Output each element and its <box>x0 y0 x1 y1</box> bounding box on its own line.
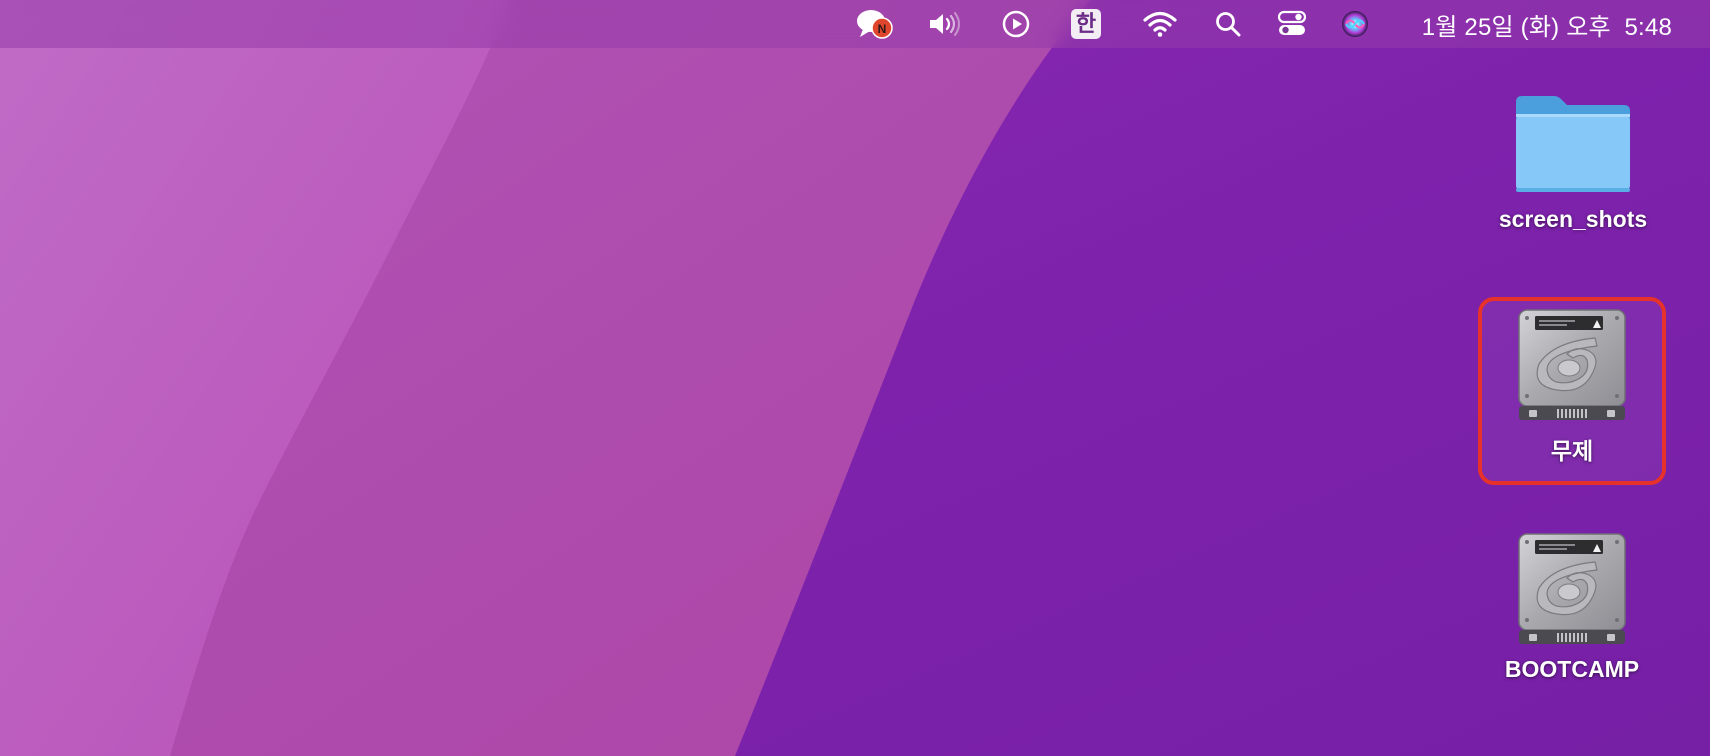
desktop-icon-label: BOOTCAMP <box>1504 656 1640 682</box>
desktop[interactable]: N 한 1월 25일 (화) 오후 5:48 screen_shots 무제 B… <box>0 0 1710 756</box>
input-source-icon: 한 <box>1071 9 1101 39</box>
spotlight-search-icon <box>1216 12 1241 37</box>
hard-drive-icon <box>1518 533 1626 644</box>
siri-menu-item[interactable] <box>1339 0 1371 48</box>
chat-notification-menu-item[interactable]: N <box>855 0 895 48</box>
desktop-icon-label: screen_shots <box>1498 206 1648 232</box>
volume-menu-item[interactable] <box>926 0 966 48</box>
desktop-icon-label: 무제 <box>1550 438 1594 464</box>
desktop-icon-screen-shots[interactable]: screen_shots <box>1478 88 1668 233</box>
notification-badge-letter: N <box>878 22 887 36</box>
spotlight-menu-item[interactable] <box>1213 0 1243 48</box>
input-source-menu-item[interactable]: 한 <box>1069 0 1103 48</box>
chat-bubble-notification-icon: N <box>857 10 893 39</box>
siri-icon <box>1342 11 1368 37</box>
desktop-icon-bootcamp-drive[interactable]: BOOTCAMP <box>1477 530 1667 683</box>
now-playing-menu-item[interactable] <box>998 0 1034 48</box>
control-center-icon <box>1277 10 1307 35</box>
volume-icon <box>930 11 961 37</box>
menu-bar-clock[interactable]: 1월 25일 (화) 오후 5:48 <box>1422 0 1672 48</box>
folder-icon <box>1516 96 1630 192</box>
play-circle-icon <box>1002 10 1030 38</box>
desktop-icon-untitled-drive[interactable]: 무제 <box>1477 306 1667 466</box>
control-center-menu-item[interactable] <box>1276 0 1308 48</box>
wifi-icon <box>1143 11 1177 37</box>
wallpaper <box>0 0 1710 756</box>
wifi-menu-item[interactable] <box>1141 0 1179 48</box>
hard-drive-icon <box>1518 309 1626 420</box>
menu-bar: N 한 1월 25일 (화) 오후 5:48 <box>0 0 1710 48</box>
